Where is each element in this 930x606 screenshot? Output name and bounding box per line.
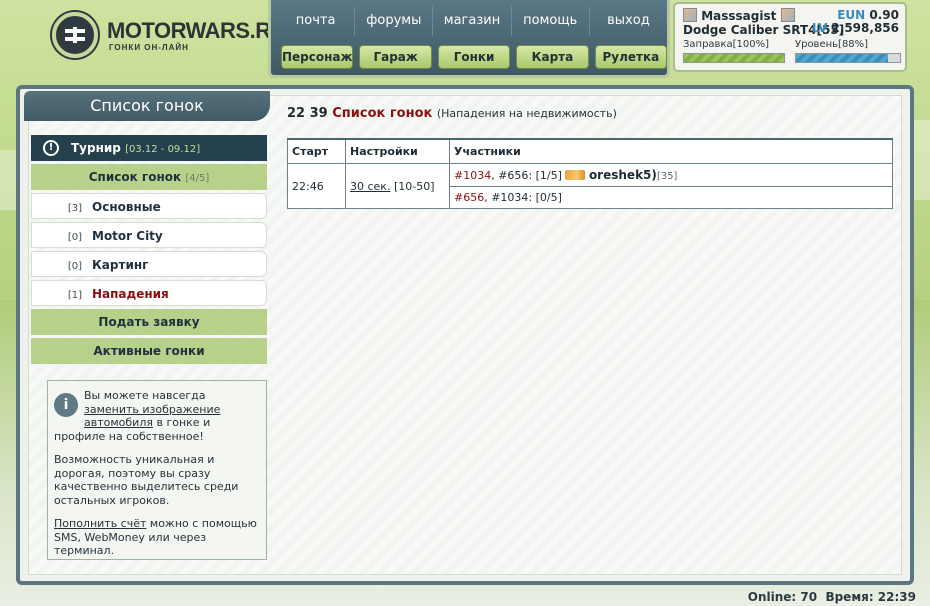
item-label: Основные xyxy=(92,200,161,214)
nav-link-logout[interactable]: выход xyxy=(590,6,667,36)
target-link[interactable]: #1034 xyxy=(454,169,491,182)
start-cell: 22:46 xyxy=(287,163,346,209)
logo-icon xyxy=(52,12,98,58)
race-table: Старт Настройки Участники 22:46 30 сек. … xyxy=(287,138,893,209)
nav-link-help[interactable]: помощь xyxy=(512,6,590,36)
site-logo[interactable]: MOTORWARS.RU ГОНКИ ОН-ЛАЙН xyxy=(0,0,286,80)
online-count: Online: 70 xyxy=(747,590,818,604)
sidebar: ! Турнир [03.12 - 09.12] Список гонок [4… xyxy=(31,135,267,367)
level-progress-bar xyxy=(795,53,901,63)
logo-subtitle: ГОНКИ ОН-ЛАЙН xyxy=(109,43,189,52)
settings-link[interactable]: 30 сек. xyxy=(350,180,390,193)
info-text: Вы можете навсегда xyxy=(84,389,206,402)
player-level: [35] xyxy=(656,171,678,182)
participants-cell: #1034, #656: [1/5] oreshek5)[35] xyxy=(449,163,893,187)
character-button[interactable]: Персонаж xyxy=(281,45,354,69)
item-count: [0] xyxy=(67,232,82,243)
car-icon xyxy=(565,170,586,180)
settings-cell: 30 сек. [10-50] xyxy=(345,163,450,209)
eun-label: EUN xyxy=(837,8,866,22)
map-button[interactable]: Карта xyxy=(516,45,589,69)
fuel-progress-bar xyxy=(683,53,785,63)
column-header-start: Старт xyxy=(287,138,346,164)
page-subtitle: (Нападения на недвижимость) xyxy=(436,107,617,120)
tournament-dates: [03.12 - 09.12] xyxy=(125,144,201,155)
user-avatar-icon xyxy=(683,8,697,22)
nav-link-mail[interactable]: почта xyxy=(277,6,356,36)
eun-row: EUN 0.90 xyxy=(837,8,899,22)
slots: : [0/5] xyxy=(528,191,562,204)
slots: : [1/5] xyxy=(528,169,562,182)
user-name[interactable]: Masssagist xyxy=(701,9,776,23)
fuel-label: Заправка[100%] xyxy=(683,39,770,50)
sidebar-item-karting[interactable]: [0] Картинг xyxy=(31,251,267,277)
player-name[interactable]: oreshek5) xyxy=(589,168,657,182)
footer-status: Online: 70 Время: 22:39 xyxy=(0,590,930,606)
sidebar-item-tournament[interactable]: ! Турнир [03.12 - 09.12] xyxy=(31,135,267,161)
user-name-row: Masssagist xyxy=(683,8,795,23)
item-count: [3] xyxy=(67,203,82,214)
submit-application-button[interactable]: Подать заявку xyxy=(31,309,267,335)
user-panel: Masssagist Dodge Caliber SRT4[55] EUN 0.… xyxy=(673,2,907,72)
logo-title: MOTORWARS.RU xyxy=(107,18,286,43)
item-label: Нападения xyxy=(92,287,169,301)
item-count: [0] xyxy=(67,261,82,272)
column-header-settings: Настройки xyxy=(345,138,450,164)
table-row: 22:46 30 сек. [10-50] #1034, #656: [1/5]… xyxy=(287,163,893,209)
info-icon: ! xyxy=(43,140,59,156)
sidebar-item-main[interactable]: [3] Основные xyxy=(31,193,267,219)
lv-row: LV 2,598,856 xyxy=(812,21,899,35)
target-link[interactable]: #656 xyxy=(498,169,528,182)
page-title-text: Список гонок xyxy=(332,106,433,121)
info-paragraph: Возможность уникальная и дорогая, поэтом… xyxy=(54,453,239,507)
garage-button[interactable]: Гараж xyxy=(359,45,432,69)
target-link[interactable]: #1034 xyxy=(491,191,528,204)
eun-value: 0.90 xyxy=(869,8,899,22)
info-paragraph: Пополнить счёт можно с помощью SMS, WebM… xyxy=(54,517,260,558)
race-list-count: [4/5] xyxy=(185,173,210,184)
top-up-link[interactable]: Пополнить счёт xyxy=(54,517,146,530)
current-time: 22 39 xyxy=(287,106,328,121)
participants-cell: #656, #1034: [0/5] xyxy=(449,186,893,209)
server-time: Время: 22:39 xyxy=(825,590,916,604)
race-list-label: Список гонок xyxy=(88,170,182,184)
sidebar-header: Список гонок xyxy=(24,91,270,121)
nav-link-forums[interactable]: форумы xyxy=(355,6,434,36)
sidebar-item-attacks[interactable]: [1] Нападения xyxy=(31,280,267,306)
roulette-button[interactable]: Рулетка xyxy=(594,45,668,69)
target-link[interactable]: #656 xyxy=(454,191,484,204)
column-header-participants: Участники xyxy=(449,138,893,164)
races-button[interactable]: Гонки xyxy=(437,45,511,69)
sidebar-item-motor-city[interactable]: [0] Motor City xyxy=(31,222,267,248)
user-avatar-icon xyxy=(780,8,795,22)
info-paragraph: Вы можете навсегда заменить изображение … xyxy=(54,389,260,443)
lv-label: LV xyxy=(811,21,828,35)
level-label: Уровень[88%] xyxy=(795,39,869,50)
tournament-label: Турнир xyxy=(71,141,121,155)
nav-links: почта форумы магазин помощь выход xyxy=(277,6,667,36)
sidebar-item-race-list[interactable]: Список гонок [4/5] xyxy=(31,164,267,190)
item-label: Motor City xyxy=(92,229,163,243)
active-races-button[interactable]: Активные гонки xyxy=(31,338,267,364)
info-icon: i xyxy=(54,393,78,417)
nav-link-shop[interactable]: магазин xyxy=(433,6,512,36)
nav-buttons: Персонаж Гараж Гонки Карта Рулетка xyxy=(281,45,668,69)
lv-value: 2,598,856 xyxy=(831,21,899,35)
info-box: i Вы можете навсегда заменить изображени… xyxy=(47,380,267,560)
page-title: 22 39 Список гонок (Нападения на недвижи… xyxy=(287,106,617,121)
top-navigation: почта форумы магазин помощь выход Персон… xyxy=(268,0,670,78)
item-count: [1] xyxy=(67,290,82,301)
settings-range: [10-50] xyxy=(393,179,435,193)
table-header-row: Старт Настройки Участники xyxy=(287,138,893,164)
item-label: Картинг xyxy=(92,258,149,272)
